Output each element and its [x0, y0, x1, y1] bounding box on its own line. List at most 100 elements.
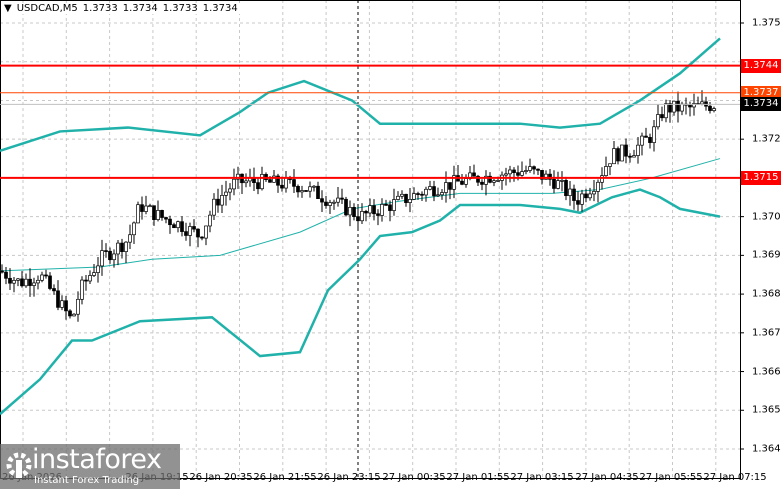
candle — [204, 225, 208, 239]
dropdown-triangle-icon[interactable]: ▼ — [4, 3, 12, 14]
candle — [156, 209, 160, 220]
candle — [524, 170, 528, 172]
candle — [672, 100, 676, 113]
lower-bollinger-band — [0, 188, 721, 416]
candle — [80, 279, 84, 300]
candle — [104, 250, 108, 252]
candle — [668, 103, 672, 113]
candle — [4, 271, 8, 279]
candle — [220, 195, 224, 206]
y-axis-tick: 1.3705 — [752, 211, 781, 223]
candle — [616, 148, 620, 162]
candle — [92, 272, 96, 276]
candle — [172, 224, 176, 229]
candle — [36, 279, 40, 284]
y-axis-tick: 1.3695 — [752, 249, 781, 261]
candle — [164, 217, 168, 220]
candle — [352, 207, 356, 217]
candle — [148, 205, 152, 208]
candle — [316, 185, 320, 200]
candle — [300, 190, 304, 193]
candle — [600, 175, 604, 183]
x-axis-tick: 27 Jan 07:15 — [703, 472, 767, 483]
y-axis-tick: 1.3755 — [752, 17, 781, 29]
candle — [512, 169, 516, 173]
candle — [64, 300, 68, 312]
candle — [636, 144, 640, 156]
candle — [88, 275, 92, 282]
candle — [380, 203, 384, 216]
candle — [632, 155, 636, 158]
candle — [460, 180, 464, 185]
candle — [480, 181, 484, 185]
candle — [464, 178, 468, 185]
close-value: 1.3734 — [202, 3, 238, 14]
price-level-label: 1.3744 — [741, 58, 781, 73]
x-axis-tick: 26 Jan 21:55 — [253, 472, 317, 483]
candle — [244, 180, 248, 184]
candle — [388, 204, 392, 211]
candle — [560, 180, 564, 182]
candle — [48, 275, 52, 289]
candle — [664, 103, 668, 119]
candle — [584, 193, 588, 199]
candle — [304, 190, 308, 192]
candle — [100, 250, 104, 267]
candle — [608, 163, 612, 167]
candle — [76, 298, 80, 315]
candle — [168, 218, 172, 226]
y-axis-tick: 1.3725 — [752, 133, 781, 145]
candle — [652, 126, 656, 143]
candle — [440, 192, 444, 196]
y-axis-tick: 1.3675 — [752, 327, 781, 339]
candle — [12, 280, 16, 284]
candle — [108, 250, 112, 261]
candle — [132, 222, 136, 236]
candle — [224, 191, 228, 196]
price-level-label: 1.3734 — [741, 97, 781, 112]
candle — [180, 221, 184, 232]
x-axis-tick: 27 Jan 01:55 — [446, 472, 510, 483]
candle — [444, 182, 448, 193]
candle — [432, 186, 436, 197]
candle — [228, 188, 232, 193]
candle — [192, 226, 196, 230]
candle — [680, 103, 684, 112]
candle — [212, 198, 216, 216]
logo-name: instaforex — [32, 444, 162, 475]
open-value: 1.3733 — [82, 3, 118, 14]
candle — [580, 193, 584, 205]
candle — [268, 179, 272, 183]
candle — [336, 197, 340, 203]
candle — [340, 197, 344, 200]
candle — [160, 209, 164, 218]
candle — [328, 202, 332, 206]
candle — [8, 277, 12, 284]
candle — [140, 204, 144, 212]
y-axis-tick: 1.3655 — [752, 404, 781, 416]
candle — [496, 180, 500, 182]
candle — [72, 313, 76, 317]
candle — [312, 185, 316, 188]
instaforex-logo: instaforex Instant Forex Trading — [0, 444, 180, 489]
x-axis-tick: 26 Jan 20:35 — [189, 472, 253, 483]
candle — [640, 135, 644, 146]
candle — [344, 198, 348, 216]
candle — [412, 193, 416, 200]
candle — [348, 207, 352, 216]
candle — [360, 211, 364, 222]
candle — [120, 242, 124, 253]
candle — [128, 234, 132, 243]
candle — [144, 205, 148, 212]
candle — [56, 290, 60, 308]
candle — [508, 169, 512, 175]
symbol-label: USDCAD,M5 — [16, 3, 78, 14]
price-chart[interactable] — [0, 0, 781, 489]
candle — [320, 198, 324, 203]
candle — [0, 270, 4, 273]
candle — [660, 114, 664, 119]
candle — [700, 101, 704, 105]
candle — [572, 188, 576, 201]
x-axis-tick: 27 Jan 05:55 — [639, 472, 703, 483]
candle — [528, 166, 532, 171]
